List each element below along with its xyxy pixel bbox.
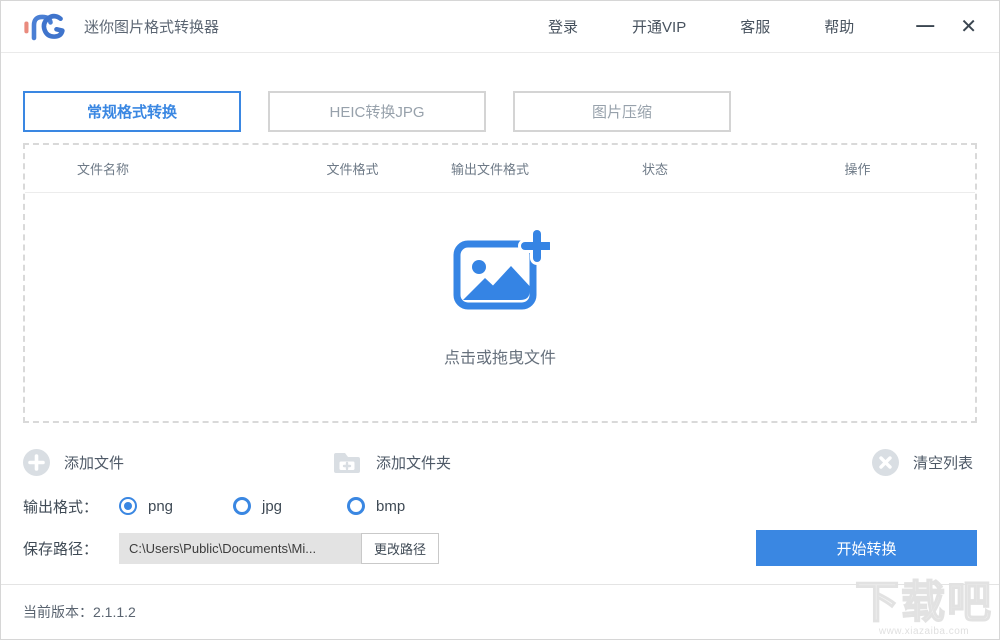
app-logo-icon — [24, 13, 65, 40]
menu-customer-service[interactable]: 客服 — [740, 16, 770, 37]
file-table-header: 文件名称 文件格式 输出文件格式 状态 操作 — [25, 145, 975, 193]
actions-row: 添加文件 添加文件夹 清空列表 — [23, 447, 977, 477]
minimize-button[interactable]: — — [916, 16, 934, 34]
tab-bar: 常规格式转换 HEIC转换JPG 图片压缩 — [23, 91, 977, 132]
column-file-name: 文件名称 — [77, 162, 130, 177]
dropzone-empty-state: 点击或拖曳文件 — [25, 193, 975, 368]
plus-circle-icon — [23, 448, 50, 476]
output-format-row: 输出格式： png jpg bmp — [23, 491, 977, 521]
radio-jpg[interactable]: jpg — [233, 497, 289, 515]
radio-jpg-label: jpg — [262, 497, 283, 515]
file-dropzone[interactable]: 文件名称 文件格式 输出文件格式 状态 操作 点击或拖曳文件 — [23, 143, 977, 423]
add-image-icon — [453, 227, 550, 310]
column-operation: 操作 — [844, 162, 871, 177]
menu-login[interactable]: 登录 — [548, 16, 578, 37]
window-controls: — ✕ — [916, 16, 977, 37]
output-format-label: 输出格式： — [23, 498, 99, 516]
add-folder-label: 添加文件夹 — [376, 454, 452, 472]
folder-plus-icon — [334, 453, 361, 473]
radio-png-label: png — [148, 497, 174, 515]
menu-open-vip[interactable]: 开通VIP — [632, 16, 686, 37]
main-content: 常规格式转换 HEIC转换JPG 图片压缩 文件名称 文件格式 输出文件格式 状… — [1, 91, 999, 566]
status-bar: 当前版本：2.1.1.2 — [1, 584, 999, 639]
radio-png[interactable]: png — [119, 497, 175, 515]
column-file-format: 文件格式 — [326, 162, 379, 177]
title-bar: 迷你图片格式转换器 登录 开通VIP 客服 帮助 — ✕ — [1, 1, 999, 53]
clear-list-label: 清空列表 — [912, 454, 973, 472]
tab-heic-to-jpg[interactable]: HEIC转换JPG — [268, 91, 486, 132]
radio-png-circle-icon — [119, 497, 137, 515]
column-status: 状态 — [641, 162, 668, 177]
radio-bmp-circle-icon — [347, 497, 365, 515]
brand: 迷你图片格式转换器 — [23, 8, 219, 46]
add-file-label: 添加文件 — [64, 454, 125, 472]
radio-bmp-label: bmp — [376, 497, 406, 515]
clear-list-button[interactable]: 清空列表 — [871, 448, 973, 476]
radio-jpg-circle-icon — [233, 497, 251, 515]
save-path-label: 保存路径： — [23, 540, 99, 558]
tab-image-compress[interactable]: 图片压缩 — [513, 91, 731, 132]
dropzone-hint: 点击或拖曳文件 — [443, 350, 556, 367]
start-convert-button[interactable]: 开始转换 — [756, 530, 977, 566]
x-circle-icon — [871, 448, 899, 476]
change-path-button[interactable]: 更改路径 — [361, 532, 439, 564]
close-button[interactable]: ✕ — [960, 17, 977, 37]
add-file-button[interactable]: 添加文件 — [23, 448, 125, 476]
menu-help[interactable]: 帮助 — [824, 16, 854, 37]
tab-regular-format-convert[interactable]: 常规格式转换 — [23, 91, 241, 132]
save-path-row: 保存路径： C:\Users\Public\Documents\Mi... 更改… — [23, 530, 977, 566]
app-title: 迷你图片格式转换器 — [84, 19, 220, 36]
column-output-format: 输出文件格式 — [450, 162, 529, 177]
save-path-field[interactable]: C:\Users\Public\Documents\Mi... — [119, 532, 361, 564]
header-menu: 登录 开通VIP 客服 帮助 — [548, 16, 854, 37]
app-window: 迷你图片格式转换器 登录 开通VIP 客服 帮助 — ✕ 常规格式转换 HEIC… — [0, 0, 1000, 640]
version-label: 当前版本：2.1.1.2 — [23, 604, 136, 620]
radio-bmp[interactable]: bmp — [347, 497, 406, 515]
add-folder-button[interactable]: 添加文件夹 — [332, 449, 451, 475]
